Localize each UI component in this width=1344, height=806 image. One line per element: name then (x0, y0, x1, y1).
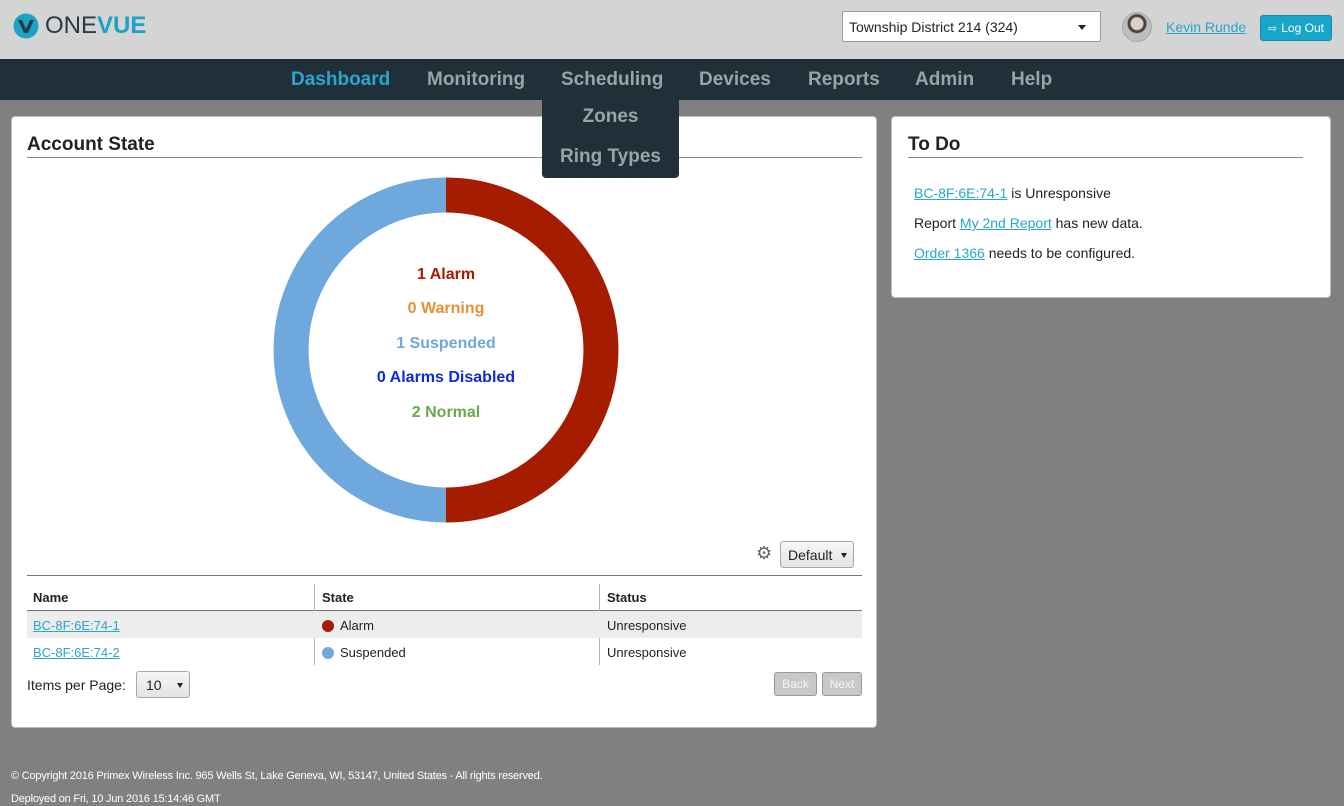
summary-warning: 0 Warning (407, 300, 485, 317)
state-label: Suspended (340, 645, 406, 660)
user-avatar (1122, 12, 1152, 42)
title-divider (27, 157, 862, 158)
back-button[interactable]: Back (774, 672, 817, 696)
nav-scheduling[interactable]: Scheduling (561, 69, 663, 91)
caret-down-icon (841, 553, 847, 558)
nav-monitoring[interactable]: Monitoring (427, 69, 525, 91)
summary-suspended: 1 Suspended (396, 335, 496, 352)
items-per-page-label: Items per Page: (27, 677, 126, 693)
todo-order-link[interactable]: Order 1366 (914, 245, 985, 261)
next-button[interactable]: Next (822, 672, 862, 696)
todo-report-link[interactable]: My 2nd Report (960, 215, 1052, 231)
nav-reports[interactable]: Reports (808, 69, 880, 91)
column-header-state[interactable]: State (322, 590, 354, 605)
todo-text: is Unresponsive (1007, 185, 1111, 201)
donut-summary: 1 Alarm 0 Warning 1 Suspended 0 Alarms D… (271, 177, 621, 523)
summary-alarm: 1 Alarm (416, 266, 476, 283)
nav-admin[interactable]: Admin (915, 69, 974, 91)
todo-title: To Do (908, 134, 961, 155)
title-divider (908, 157, 1303, 158)
logout-button[interactable]: ⇨ Log Out (1260, 15, 1332, 41)
footer-deployed: Deployed on Fri, 10 Jun 2016 15:14:46 GM… (11, 793, 221, 805)
logout-label: Log Out (1281, 21, 1324, 35)
state-label: Alarm (340, 618, 374, 633)
status-cell: Unresponsive (607, 618, 687, 633)
scheduling-dropdown: Zones Ring Types (542, 100, 679, 178)
nav-devices[interactable]: Devices (699, 69, 771, 91)
todo-item: Report My 2nd Report has new data. (914, 215, 1143, 231)
device-name-link[interactable]: BC-8F:6E:74-2 (33, 645, 120, 660)
top-header: ONEVUE Township District 214 (324) Kevin… (0, 0, 1344, 59)
logo-text-one: ONE (45, 12, 98, 39)
column-header-status[interactable]: Status (607, 590, 647, 605)
logo-text-vue: VUE (97, 12, 147, 39)
onevue-logo-icon (13, 13, 39, 39)
status-cell: Unresponsive (607, 645, 687, 660)
menu-item-ring-types[interactable]: Ring Types (542, 146, 679, 168)
todo-text: Report (914, 215, 960, 231)
alarm-status-dot (322, 620, 334, 632)
suspended-status-dot (322, 647, 334, 659)
sign-out-icon: ⇨ (1268, 22, 1278, 35)
menu-item-zones[interactable]: Zones (542, 106, 679, 128)
state-cell: Suspended (322, 645, 406, 660)
todo-device-link[interactable]: BC-8F:6E:74-1 (914, 185, 1007, 201)
todo-item: BC-8F:6E:74-1 is Unresponsive (914, 185, 1111, 201)
caret-down-icon (177, 683, 183, 688)
main-nav: Dashboard Monitoring Scheduling Devices … (0, 59, 1344, 100)
account-state-title: Account State (27, 134, 155, 155)
footer-copyright: © Copyright 2016 Primex Wireless Inc. 96… (11, 770, 543, 782)
table-top-rule (27, 575, 862, 576)
table-row[interactable]: BC-8F:6E:74-2 Suspended Unresponsive (27, 638, 862, 665)
items-per-page-value: 10 (146, 677, 162, 693)
account-select-value: Township District 214 (324) (849, 19, 1018, 35)
todo-text: needs to be configured. (984, 245, 1136, 261)
view-select[interactable]: Default (780, 541, 854, 568)
view-select-value: Default (788, 547, 833, 563)
table-row[interactable]: BC-8F:6E:74-1 Alarm Unresponsive (27, 611, 862, 638)
username-link[interactable]: Kevin Runde (1166, 19, 1246, 35)
onevue-logo[interactable]: ONEVUE (13, 12, 146, 40)
summary-alarms-disabled: 0 Alarms Disabled (376, 369, 516, 386)
summary-normal: 2 Normal (411, 404, 481, 421)
items-per-page-select[interactable]: 10 (136, 671, 190, 698)
todo-item: Order 1366 needs to be configured. (914, 245, 1135, 261)
todo-panel: To Do BC-8F:6E:74-1 is Unresponsive Repo… (891, 116, 1331, 298)
state-cell: Alarm (322, 618, 374, 633)
table-header: Name State Status (27, 584, 862, 610)
caret-down-icon (1078, 25, 1086, 30)
logo-text: ONEVUE (45, 12, 146, 40)
column-header-name[interactable]: Name (33, 590, 68, 605)
nav-help[interactable]: Help (1011, 69, 1052, 91)
account-state-panel: Account State 1 Alarm 0 Warning 1 Suspen… (11, 116, 877, 728)
nav-dashboard[interactable]: Dashboard (291, 69, 390, 91)
account-select[interactable]: Township District 214 (324) (842, 11, 1101, 42)
gear-icon[interactable]: ⚙ (756, 543, 772, 564)
todo-text: has new data. (1051, 215, 1143, 231)
device-name-link[interactable]: BC-8F:6E:74-1 (33, 618, 120, 633)
account-state-donut: 1 Alarm 0 Warning 1 Suspended 0 Alarms D… (271, 177, 621, 523)
